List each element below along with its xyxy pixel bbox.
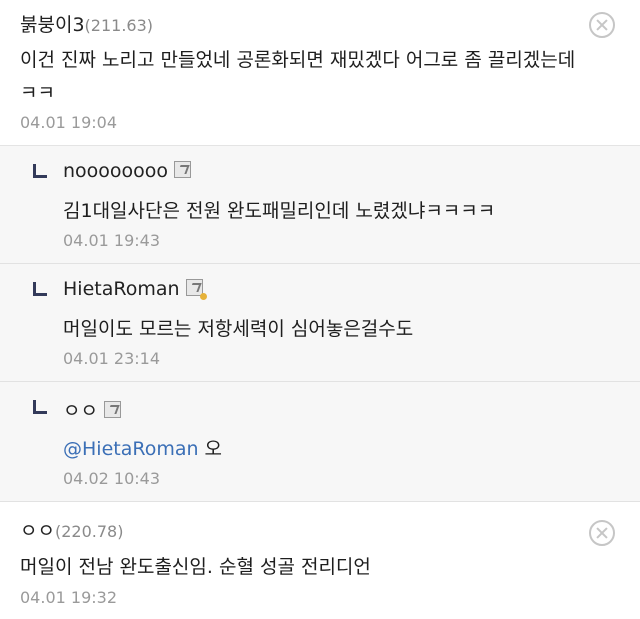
author-nickname[interactable]: ㅇㅇ (20, 520, 55, 542)
reply-author[interactable]: ㅇㅇ (63, 396, 121, 423)
comment-text: 이건 진짜 노리고 만들었네 공론화되면 재밌겠다 어그로 좀 끌리겠는데 (20, 49, 576, 71)
fixed-id-icon (103, 401, 121, 418)
author-nickname[interactable]: ㅇㅇ (63, 400, 98, 422)
comment-item: ㅇㅇ(220.78) 머일이 전남 완도출신임. 순혈 성골 전리디언 04.0… (0, 502, 640, 619)
reply-arrow-icon (33, 400, 47, 414)
comment-text: 머일이 전남 완도출신임. 순혈 성골 전리디언 (20, 556, 371, 578)
comment-author[interactable]: ㅇㅇ(220.78) (20, 516, 123, 543)
comment-timestamp: 04.01 19:04 (20, 113, 117, 132)
author-nickname[interactable]: 붉붕이3 (20, 14, 85, 36)
reply-timestamp: 04.01 23:14 (63, 349, 160, 368)
reply-item: ㅇㅇ @HietaRoman 오 04.02 10:43 (0, 382, 640, 502)
comment-author[interactable]: 붉붕이3(211.63) (20, 10, 153, 37)
reply-author[interactable]: HietaRoman (63, 278, 207, 300)
delete-icon[interactable] (589, 12, 615, 38)
reply-timestamp: 04.02 10:43 (63, 469, 160, 488)
author-ip: (211.63) (84, 16, 153, 35)
comment-item: 붉붕이3(211.63) 이건 진짜 노리고 만들었네 공론화되면 재밌겠다 어… (0, 0, 640, 146)
reply-text: 머일이도 모르는 저항세력이 심어놓은걸수도 (63, 318, 414, 340)
reply-author[interactable]: noooooooo (63, 160, 192, 182)
author-nickname[interactable]: HietaRoman (63, 278, 180, 300)
fixed-id-icon (174, 161, 192, 178)
reply-item: noooooooo 김1대일사단은 전원 완도패밀리인데 노렸겠냐ㅋㅋㅋㅋ 04… (0, 146, 640, 264)
reply-item: HietaRoman 머일이도 모르는 저항세력이 심어놓은걸수도 04.01 … (0, 264, 640, 382)
author-nickname[interactable]: noooooooo (63, 160, 168, 182)
reply-text: 김1대일사단은 전원 완도패밀리인데 노렸겠냐ㅋㅋㅋㅋ (63, 200, 496, 222)
reply-arrow-icon (33, 164, 47, 178)
author-ip: (220.78) (54, 522, 124, 541)
comment-timestamp: 04.01 19:32 (20, 588, 117, 607)
comment-text-continued: ㅋㅋ (20, 82, 55, 104)
mention-link[interactable]: @HietaRoman (63, 438, 199, 460)
reply-text-content: 오 (198, 438, 223, 460)
reply-text: @HietaRoman 오 (63, 434, 222, 461)
reply-arrow-icon (33, 282, 47, 296)
delete-icon[interactable] (589, 520, 615, 546)
fixed-id-gold-icon (185, 279, 207, 300)
reply-timestamp: 04.01 19:43 (63, 231, 160, 250)
